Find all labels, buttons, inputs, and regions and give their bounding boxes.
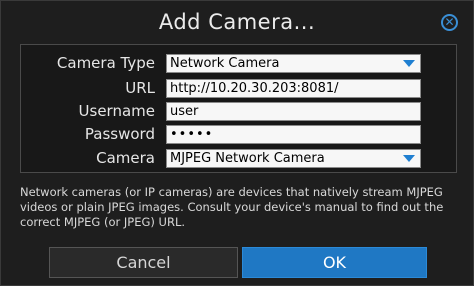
cancel-button[interactable]: Cancel <box>49 247 238 278</box>
password-field[interactable]: ••••• <box>166 125 421 144</box>
username-field[interactable]: user <box>166 102 421 121</box>
camera-form: Camera Type Network Camera URL http://10… <box>20 44 457 173</box>
chevron-down-icon <box>403 155 415 162</box>
url-label: URL <box>125 79 155 97</box>
camera-type-label: Camera Type <box>56 54 155 72</box>
camera-type-value: Network Camera <box>170 56 280 71</box>
help-line: videos or plain JPEG images. Consult you… <box>20 200 444 214</box>
close-icon[interactable]: ✕ <box>441 14 458 31</box>
ok-button[interactable]: OK <box>242 247 427 278</box>
dialog-title: Add Camera... <box>158 10 316 34</box>
camera-type-select[interactable]: Network Camera <box>166 54 421 73</box>
password-label: Password <box>84 125 155 143</box>
help-line: correct MJPEG (or JPEG) URL. <box>20 215 186 229</box>
help-text: Network cameras (or IP cameras) are devi… <box>20 185 460 230</box>
username-label: Username <box>78 102 155 120</box>
camera-value: MJPEG Network Camera <box>170 151 325 166</box>
add-camera-dialog: Add Camera... ✕ Camera Type Network Came… <box>0 0 474 286</box>
url-field[interactable]: http://10.20.30.203:8081/ <box>166 79 421 98</box>
camera-select[interactable]: MJPEG Network Camera <box>166 149 421 168</box>
help-line: Network cameras (or IP cameras) are devi… <box>20 185 443 199</box>
camera-label: Camera <box>96 149 155 167</box>
chevron-down-icon <box>403 60 415 67</box>
